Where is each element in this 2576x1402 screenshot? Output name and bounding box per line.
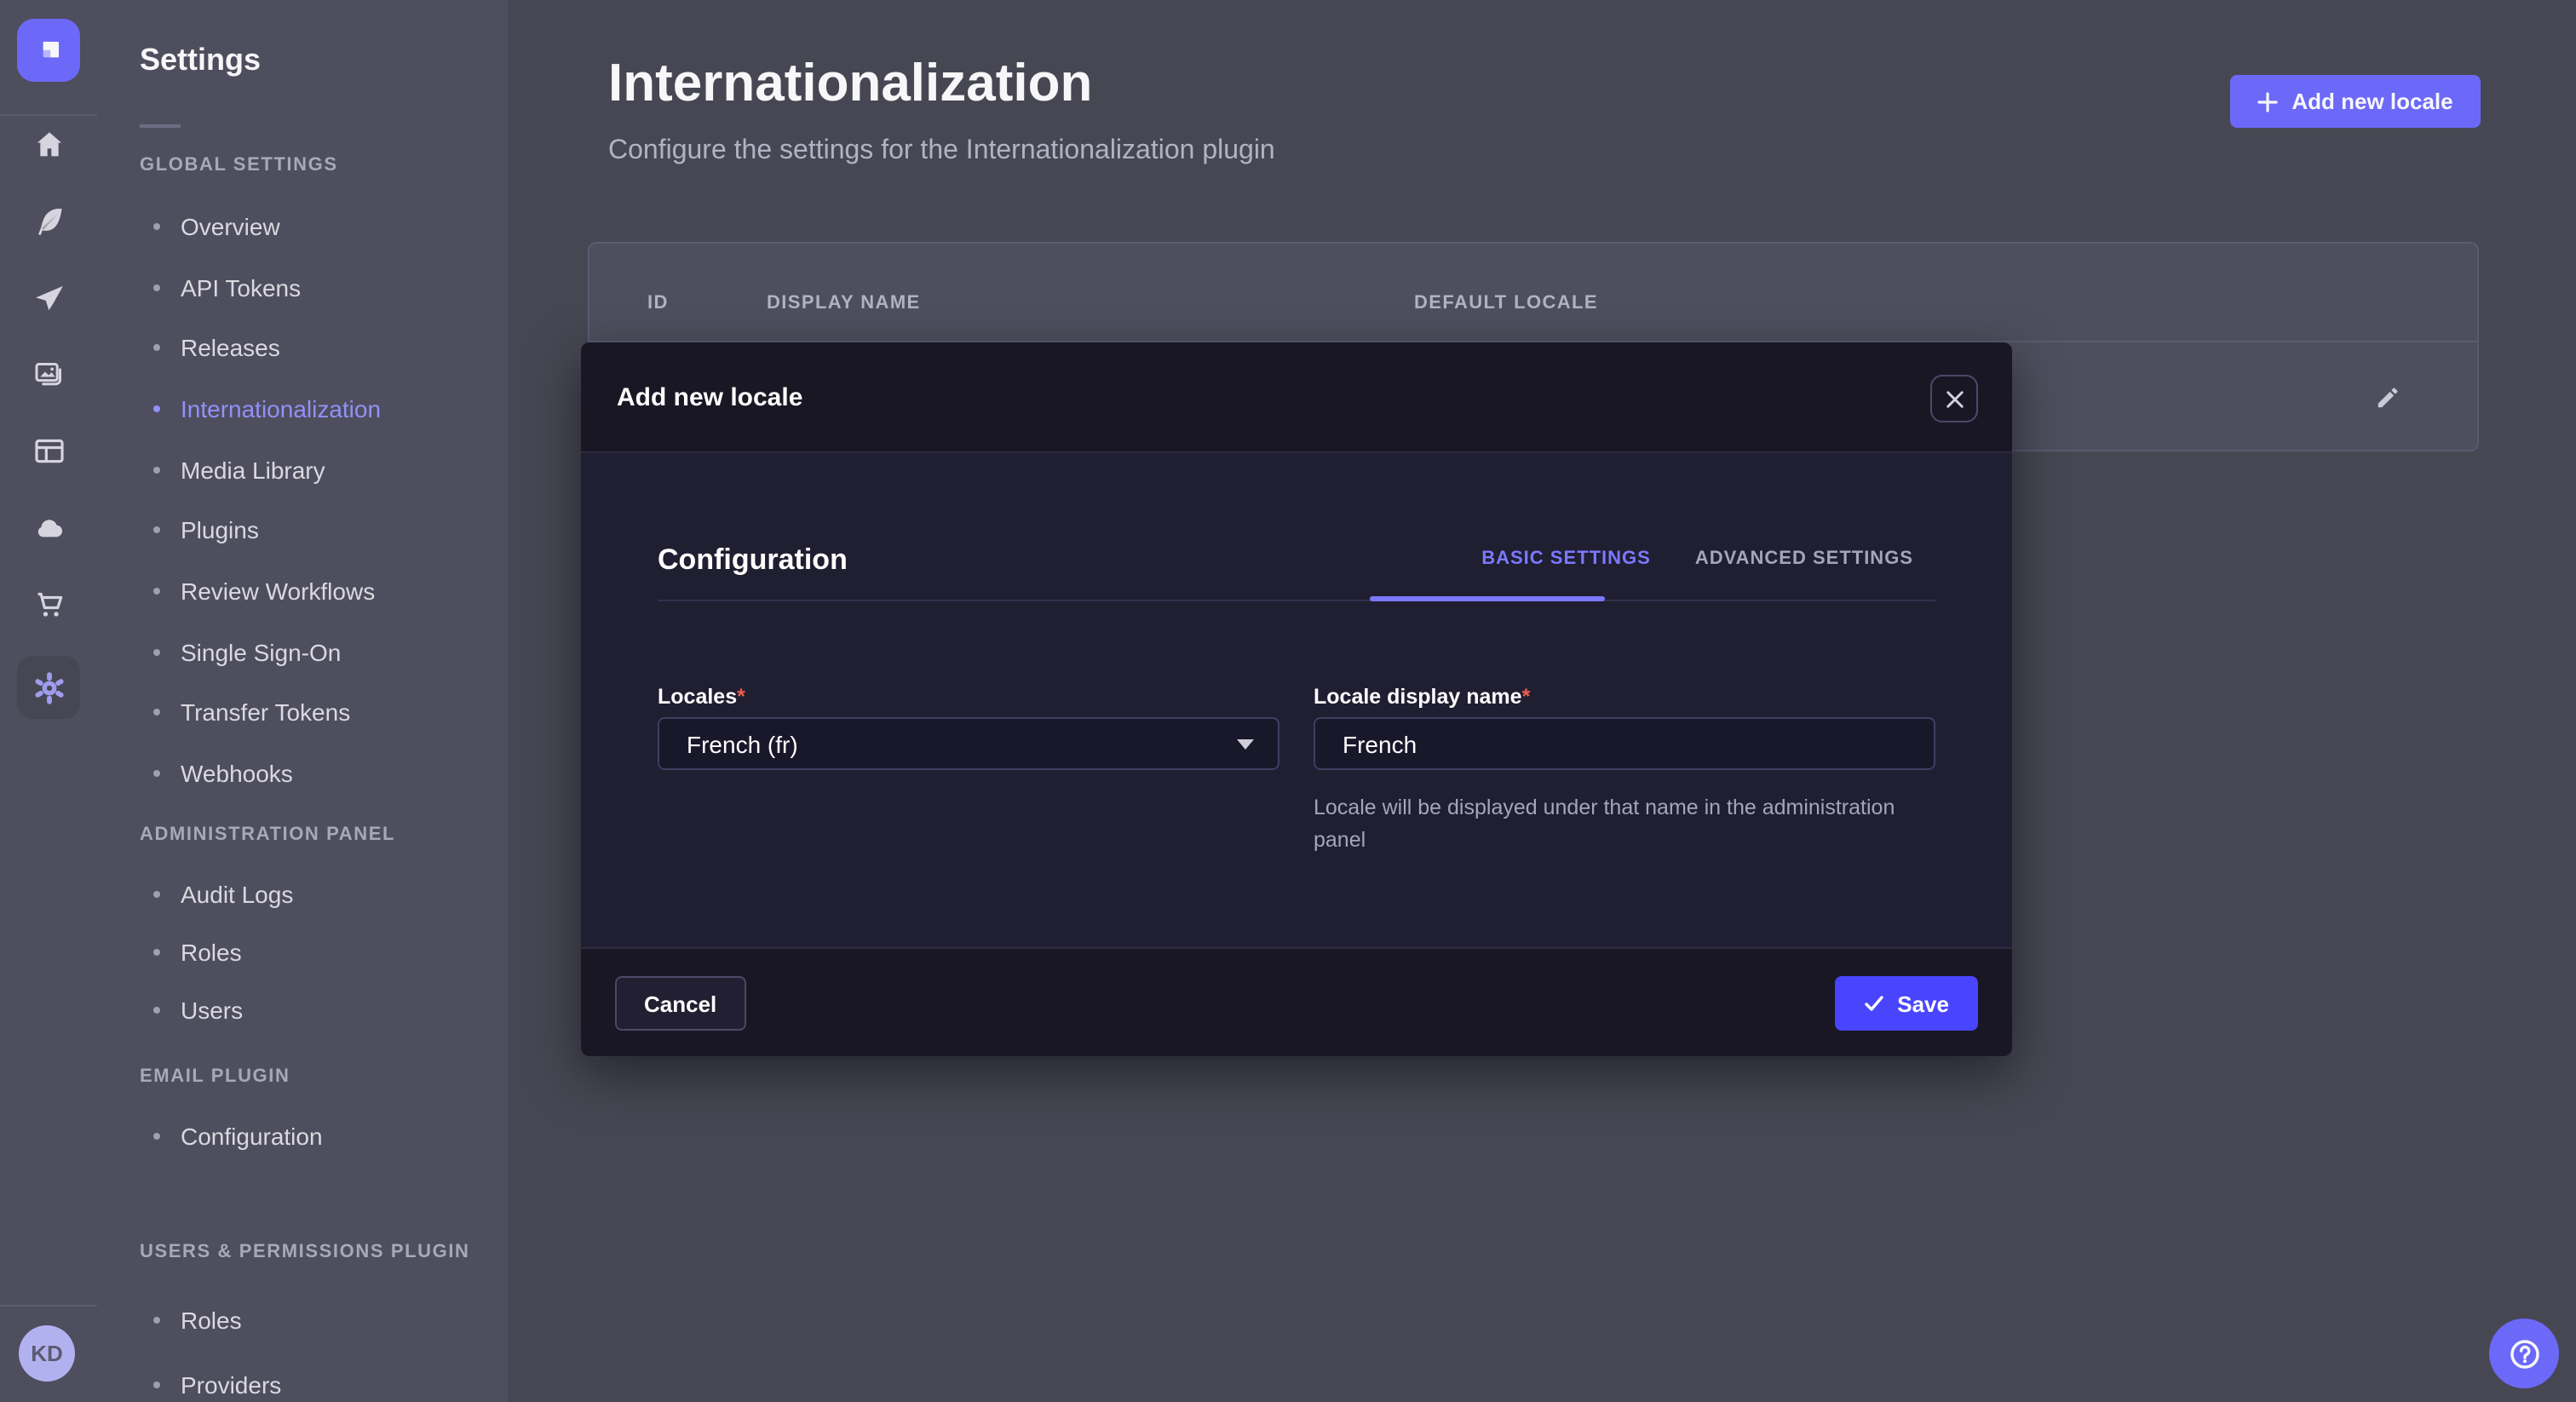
add-locale-modal: Add new locale Configuration BASIC SETTI…: [581, 342, 2012, 1056]
check-icon: [1863, 993, 1883, 1014]
modal-tabs: BASIC SETTINGS ADVANCED SETTINGS: [1459, 549, 1935, 569]
save-button[interactable]: Save: [1834, 976, 1978, 1031]
tab-basic-settings[interactable]: BASIC SETTINGS: [1459, 549, 1673, 569]
modal-header: Add new locale: [581, 342, 2012, 453]
required-asterisk: *: [1522, 685, 1531, 709]
tab-advanced-settings[interactable]: ADVANCED SETTINGS: [1673, 549, 1935, 569]
required-asterisk: *: [737, 685, 745, 709]
display-name-hint: Locale will be displayed under that name…: [1314, 792, 1927, 856]
locales-field-label: Locales*: [658, 685, 745, 709]
app-root: KD Settings GLOBAL SETTINGS Overview API…: [0, 0, 2576, 1402]
tabs-divider: [658, 600, 1935, 601]
modal-footer: Cancel Save: [581, 947, 2012, 1056]
display-name-input[interactable]: [1314, 717, 1935, 770]
modal-close-button[interactable]: [1930, 375, 1978, 422]
active-tab-underline: [1370, 596, 1605, 601]
locales-select[interactable]: French (fr): [658, 717, 1279, 770]
configuration-heading: Configuration: [658, 543, 848, 577]
close-icon: [1945, 389, 1964, 408]
modal-title: Add new locale: [617, 383, 802, 412]
locales-select-value: French (fr): [687, 730, 798, 757]
cancel-button[interactable]: Cancel: [615, 976, 745, 1031]
display-name-field-label: Locale display name*: [1314, 685, 1530, 709]
modal-body: Configuration BASIC SETTINGS ADVANCED SE…: [581, 453, 2012, 947]
chevron-down-icon: [1237, 738, 1254, 749]
